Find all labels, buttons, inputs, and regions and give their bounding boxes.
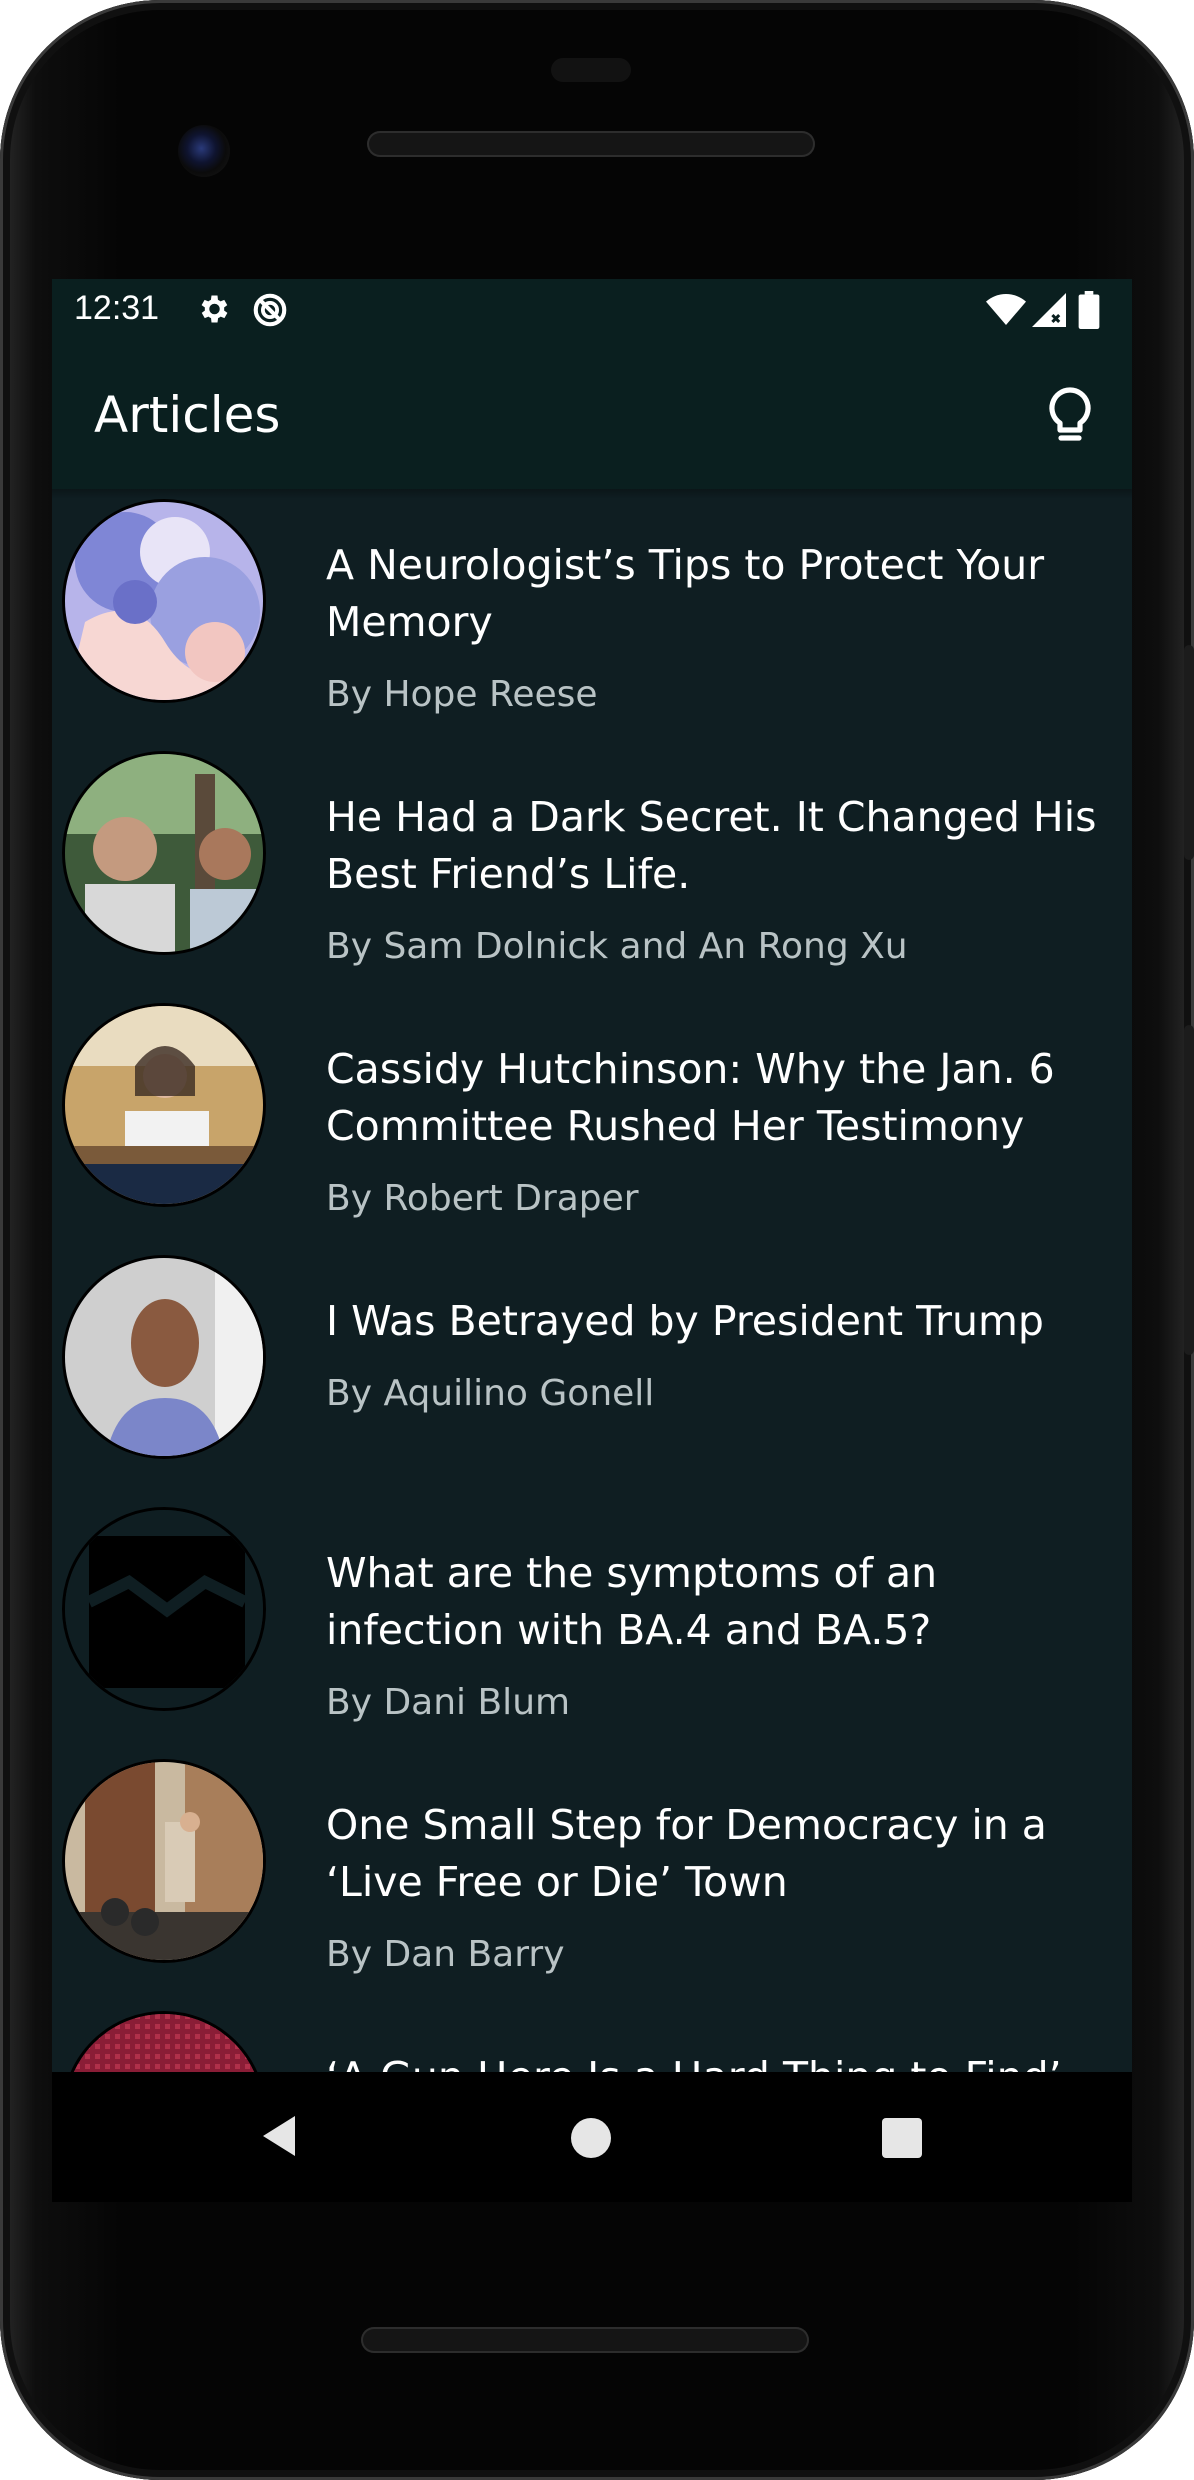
top-speaker xyxy=(367,131,815,157)
article-thumbnail xyxy=(62,751,266,955)
article-thumbnail xyxy=(62,1759,266,1963)
article-byline: By Dan Barry xyxy=(326,1934,565,1975)
screen: 12:31 Articles A Neurologist’s Tips to P… xyxy=(52,279,1132,2072)
lightbulb-icon[interactable] xyxy=(1042,384,1098,448)
bottom-speaker xyxy=(361,2327,809,2353)
article-thumbnail xyxy=(62,499,266,703)
volume-button xyxy=(1184,1025,1194,1355)
article-byline: By Robert Draper xyxy=(326,1178,639,1219)
article-thumbnail xyxy=(62,1255,266,1459)
proximity-sensor xyxy=(551,58,631,82)
list-item[interactable]: One Small Step for Democracy in a ‘Live … xyxy=(52,1759,1132,2011)
recents-icon[interactable] xyxy=(882,2118,922,2158)
app-bar: Articles xyxy=(52,342,1132,489)
article-title: I Was Betrayed by President Trump xyxy=(326,1297,1044,1345)
article-byline: By Aquilino Gonell xyxy=(326,1373,655,1414)
power-button xyxy=(1184,645,1194,860)
article-thumbnail xyxy=(62,1507,266,1711)
front-camera xyxy=(178,125,230,177)
page-title: Articles xyxy=(94,386,281,444)
article-title: Cassidy Hutchinson: Why the Jan. 6 Commi… xyxy=(326,1045,1055,1150)
list-item[interactable]: Cassidy Hutchinson: Why the Jan. 6 Commi… xyxy=(52,1003,1132,1255)
article-title: A Neurologist’s Tips to Protect Your Mem… xyxy=(326,541,1045,646)
cell-signal-icon xyxy=(1032,293,1066,327)
do-not-disturb-icon xyxy=(253,293,287,327)
article-title: One Small Step for Democracy in a ‘Live … xyxy=(326,1801,1047,1906)
article-title: What are the symptoms of an infection wi… xyxy=(326,1549,938,1654)
list-item[interactable]: I Was Betrayed by President Trump By Aqu… xyxy=(52,1255,1132,1507)
article-byline: By Sam Dolnick and An Rong Xu xyxy=(326,926,908,967)
article-title: ‘A Gun Here Is a Hard Thing to Find’ xyxy=(326,2049,1116,2072)
list-item[interactable]: What are the symptoms of an infection wi… xyxy=(52,1507,1132,1759)
list-item[interactable]: He Had a Dark Secret. It Changed His Bes… xyxy=(52,751,1132,1003)
back-icon[interactable] xyxy=(257,2112,297,2160)
article-title: He Had a Dark Secret. It Changed His Bes… xyxy=(326,793,1097,898)
navigation-bar xyxy=(52,2072,1132,2202)
status-time: 12:31 xyxy=(74,289,160,327)
status-bar: 12:31 xyxy=(52,279,1132,342)
gear-icon xyxy=(201,295,228,323)
article-thumbnail xyxy=(62,1003,266,1207)
article-byline: By Hope Reese xyxy=(326,674,598,715)
list-item[interactable]: ‘A Gun Here Is a Hard Thing to Find’ xyxy=(52,2011,1132,2072)
article-byline: By Dani Blum xyxy=(326,1682,571,1723)
app-bar-shadow xyxy=(52,489,1132,499)
home-icon[interactable] xyxy=(571,2118,611,2158)
wifi-icon xyxy=(986,294,1026,325)
list-item[interactable]: A Neurologist’s Tips to Protect Your Mem… xyxy=(52,499,1132,751)
article-thumbnail xyxy=(62,2011,266,2072)
battery-icon xyxy=(1078,291,1100,329)
